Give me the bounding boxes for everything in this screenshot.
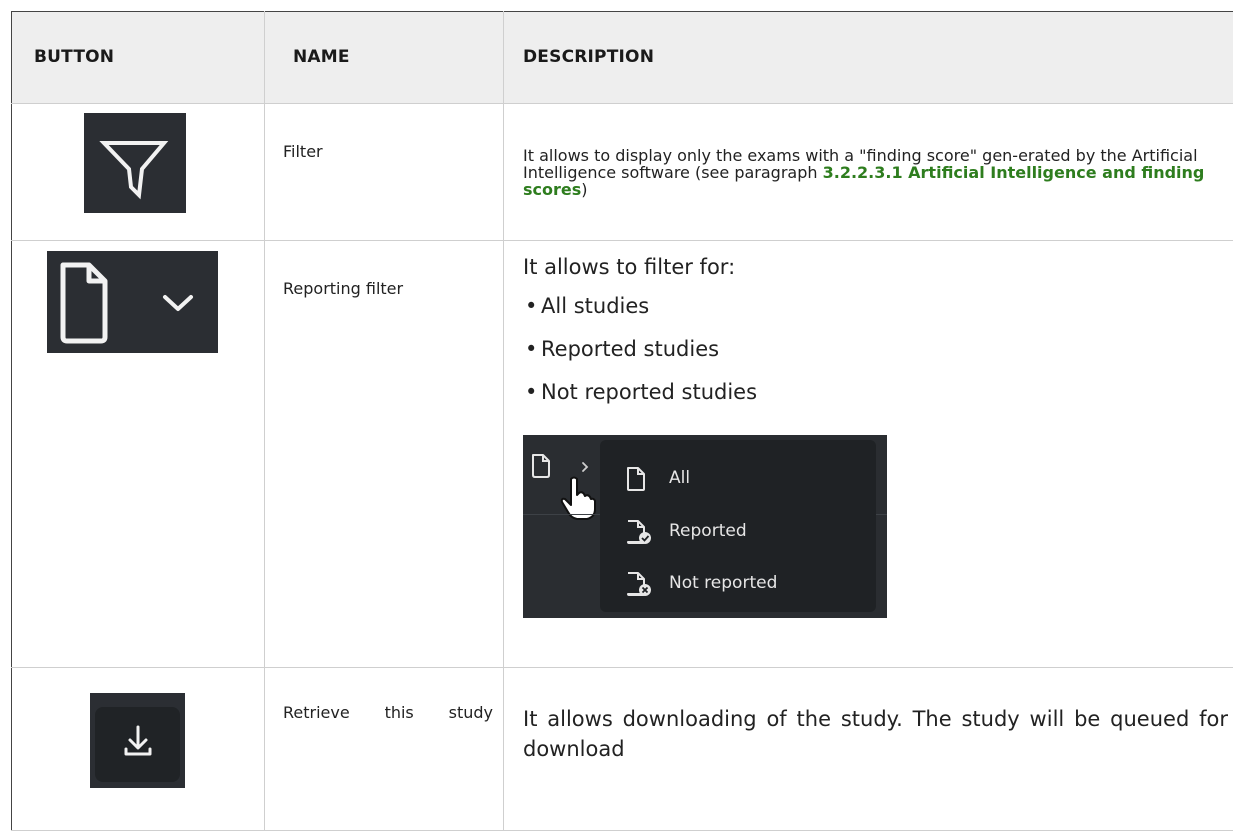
menu-item-label: All <box>669 468 690 488</box>
menu-item-all[interactable]: All <box>625 466 647 497</box>
description-suffix: ) <box>581 180 587 199</box>
description-cell: It allows to display only the exams with… <box>504 103 1233 241</box>
name-cell: Retrieve this study <box>265 667 504 830</box>
table-header-row: BUTTON NAME DESCRIPTION <box>12 12 1233 104</box>
filter-funnel-icon <box>84 113 186 213</box>
reporting-menu-screenshot: All Reported <box>523 435 887 618</box>
list-item: Reported studies <box>523 328 1233 371</box>
name-text: Retrieve this study <box>283 703 493 722</box>
menu-item-label: Not reported <box>669 573 777 593</box>
header-description: DESCRIPTION <box>504 12 1233 104</box>
filter-intro: It allows to filter for: <box>523 255 1233 279</box>
reporting-dropdown-menu: All Reported <box>600 440 876 612</box>
name-cell: Reporting filter <box>265 241 504 667</box>
document-dropdown-icon <box>47 251 218 353</box>
button-reference-table: BUTTON NAME DESCRIPTION Filter It allows… <box>11 11 1233 831</box>
button-cell <box>12 667 265 830</box>
document-check-icon <box>625 519 655 545</box>
button-cell <box>12 241 265 667</box>
menu-item-label: Reported <box>669 521 747 541</box>
document-x-icon <box>625 571 655 597</box>
header-name: NAME <box>265 12 504 104</box>
menu-item-reported[interactable]: Reported <box>625 519 655 550</box>
download-icon <box>90 693 185 788</box>
header-button: BUTTON <box>12 12 265 104</box>
table-row: Filter It allows to display only the exa… <box>12 103 1233 241</box>
list-item: Not reported studies <box>523 371 1233 414</box>
description-cell: It allows to filter for: All studies Rep… <box>504 241 1233 667</box>
description-cell: It allows downloading of the study. The … <box>504 667 1233 830</box>
table-row: Reporting filter It allows to filter for… <box>12 241 1233 667</box>
list-item: All studies <box>523 285 1233 328</box>
button-cell <box>12 103 265 241</box>
table-row: Retrieve this study It allows downloadin… <box>12 667 1233 830</box>
menu-item-not-reported[interactable]: Not reported <box>625 571 655 602</box>
document-icon <box>625 466 647 492</box>
filter-options-list: All studies Reported studies Not reporte… <box>523 285 1233 414</box>
name-cell: Filter <box>265 103 504 241</box>
